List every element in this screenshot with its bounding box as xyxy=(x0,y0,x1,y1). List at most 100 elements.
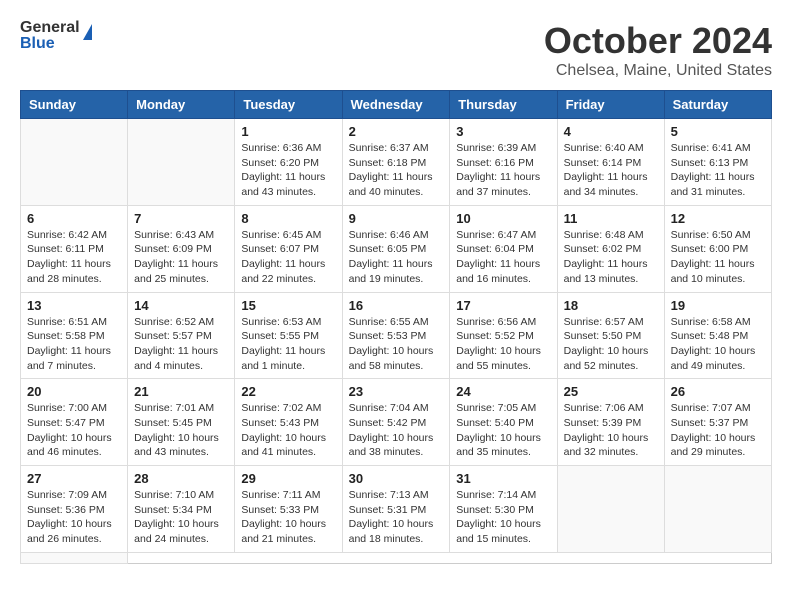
title-area: October 2024 Chelsea, Maine, United Stat… xyxy=(544,20,772,80)
calendar-day-cell: 31Sunrise: 7:14 AMSunset: 5:30 PMDayligh… xyxy=(450,466,557,553)
logo-blue: Blue xyxy=(20,36,80,52)
location-title: Chelsea, Maine, United States xyxy=(544,62,772,80)
day-number: 16 xyxy=(349,298,444,313)
day-info: Sunrise: 6:48 AMSunset: 6:02 PMDaylight:… xyxy=(564,228,658,287)
day-info: Sunrise: 7:10 AMSunset: 5:34 PMDaylight:… xyxy=(134,488,228,547)
sunrise-text: Sunrise: 6:51 AM xyxy=(27,316,107,328)
sunrise-text: Sunrise: 7:10 AM xyxy=(134,489,214,501)
sunset-text: Sunset: 5:37 PM xyxy=(671,417,749,429)
calendar-day-cell: 7Sunrise: 6:43 AMSunset: 6:09 PMDaylight… xyxy=(128,205,235,292)
weekday-header-friday: Friday xyxy=(557,91,664,119)
month-title: October 2024 xyxy=(544,20,772,62)
sunset-text: Sunset: 5:31 PM xyxy=(349,504,427,516)
day-number: 7 xyxy=(134,211,228,226)
calendar-day-cell: 16 Sunrise: 6:55 AM Sunset: 5:53 PM Dayligh… xyxy=(342,292,450,379)
day-number: 21 xyxy=(134,384,228,399)
day-info: Sunrise: 6:42 AMSunset: 6:11 PMDaylight:… xyxy=(27,228,121,287)
calendar-day-cell: 4Sunrise: 6:40 AMSunset: 6:14 PMDaylight… xyxy=(557,119,664,206)
day-info: Sunrise: 6:46 AMSunset: 6:05 PMDaylight:… xyxy=(349,228,444,287)
day-number: 1 xyxy=(241,124,335,139)
sunrise-text: Sunrise: 6:39 AM xyxy=(456,142,536,154)
day-number: 26 xyxy=(671,384,765,399)
daylight-text: Daylight: 10 hours and 21 minutes. xyxy=(241,518,326,545)
day-number: 28 xyxy=(134,471,228,486)
day-number: 18 xyxy=(564,298,658,313)
sunrise-text: Sunrise: 6:55 AM xyxy=(349,316,429,328)
sunrise-text: Sunrise: 7:05 AM xyxy=(456,402,536,414)
calendar-day-cell: 20Sunrise: 7:00 AMSunset: 5:47 PMDayligh… xyxy=(21,379,128,466)
daylight-text: Daylight: 10 hours and 15 minutes. xyxy=(456,518,541,545)
day-info: Sunrise: 7:11 AM Sunset: 5:33 PM Daylight:… xyxy=(241,488,335,547)
sunset-text: Sunset: 6:14 PM xyxy=(564,157,642,169)
calendar-day-cell: 15 Sunrise: 6:53 AMSunset: 5:55 PMDayligh… xyxy=(235,292,342,379)
sunset-text: Sunset: 6:04 PM xyxy=(456,243,534,255)
calendar-day-cell: 14Sunrise: 6:52 AMSunset: 5:57 PMDayligh… xyxy=(128,292,235,379)
day-info: Sunrise: 7:00 AM Sunset: 5:47 PM Daylight:… xyxy=(27,401,121,460)
daylight-text: Daylight: 10 hours and 49 minutes. xyxy=(671,345,756,372)
day-number: 17 xyxy=(456,298,550,313)
calendar-day-cell: 17Sunrise: 6:56 AMSunset: 5:52 PMDayligh… xyxy=(450,292,557,379)
day-number: 24 xyxy=(456,384,550,399)
daylight-text: Daylight: 10 hours and 46 minutes. xyxy=(27,432,112,459)
calendar-day-cell: 2 Sunrise: 6:37 AMSunset: 6:18 PMDaylight… xyxy=(342,119,450,206)
calendar-day-cell: 9Sunrise: 6:46 AMSunset: 6:05 PMDaylight… xyxy=(342,205,450,292)
day-info: Sunrise: 6:51 AM Sunset: 5:58 PM Daylight:… xyxy=(27,315,121,374)
sunset-text: Sunset: 5:57 PM xyxy=(134,330,212,342)
day-number: 22 xyxy=(241,384,335,399)
daylight-text: Daylight: 11 hours and 7 minutes. xyxy=(27,345,111,372)
day-number: 25 xyxy=(564,384,658,399)
sunset-text: Sunset: 5:42 PM xyxy=(349,417,427,429)
calendar-day-cell: 13 Sunrise: 6:51 AM Sunset: 5:58 PM Dayligh… xyxy=(21,292,128,379)
sunset-text: Sunset: 5:48 PM xyxy=(671,330,749,342)
sunset-text: Sunset: 5:53 PM xyxy=(349,330,427,342)
sunrise-text: Sunrise: 6:47 AM xyxy=(456,229,536,241)
sunset-text: Sunset: 5:47 PM xyxy=(27,417,105,429)
day-number: 23 xyxy=(349,384,444,399)
calendar-day-cell: 28Sunrise: 7:10 AMSunset: 5:34 PMDayligh… xyxy=(128,466,235,553)
calendar-day-cell: 27Sunrise: 7:09 AMSunset: 5:36 PMDayligh… xyxy=(21,466,128,553)
day-number: 15 xyxy=(241,298,335,313)
day-info: Sunrise: 6:45 AMSunset: 6:07 PMDaylight:… xyxy=(241,228,335,287)
day-number: 12 xyxy=(671,211,765,226)
sunrise-text: Sunrise: 7:00 AM xyxy=(27,402,107,414)
day-number: 30 xyxy=(349,471,444,486)
daylight-text: Daylight: 11 hours and 37 minutes. xyxy=(456,171,540,198)
daylight-text: Daylight: 10 hours and 58 minutes. xyxy=(349,345,434,372)
sunrise-text: Sunrise: 6:52 AM xyxy=(134,316,214,328)
weekday-header-thursday: Thursday xyxy=(450,91,557,119)
sunrise-text: Sunrise: 6:45 AM xyxy=(241,229,321,241)
sunrise-text: Sunrise: 7:11 AM xyxy=(241,489,320,501)
calendar-day-cell: 11Sunrise: 6:48 AMSunset: 6:02 PMDayligh… xyxy=(557,205,664,292)
daylight-text: Daylight: 11 hours and 34 minutes. xyxy=(564,171,648,198)
sunrise-text: Sunrise: 6:42 AM xyxy=(27,229,107,241)
daylight-text: Daylight: 11 hours and 22 minutes. xyxy=(241,258,325,285)
weekday-header-row: SundayMondayTuesdayWednesdayThursdayFrid… xyxy=(21,91,772,119)
sunrise-text: Sunrise: 7:14 AM xyxy=(456,489,536,501)
sunrise-text: Sunrise: 7:09 AM xyxy=(27,489,107,501)
day-info: Sunrise: 6:37 AMSunset: 6:18 PMDaylight:… xyxy=(349,141,444,200)
sunset-text: Sunset: 5:33 PM xyxy=(241,504,319,516)
sunset-text: Sunset: 5:40 PM xyxy=(456,417,534,429)
sunset-text: Sunset: 5:43 PM xyxy=(241,417,319,429)
calendar-day-cell: 21Sunrise: 7:01 AMSunset: 5:45 PMDayligh… xyxy=(128,379,235,466)
daylight-text: Daylight: 11 hours and 25 minutes. xyxy=(134,258,218,285)
sunset-text: Sunset: 5:34 PM xyxy=(134,504,212,516)
day-info: Sunrise: 6:47 AMSunset: 6:04 PMDaylight:… xyxy=(456,228,550,287)
calendar-day-cell: 6Sunrise: 6:42 AMSunset: 6:11 PMDaylight… xyxy=(21,205,128,292)
daylight-text: Daylight: 10 hours and 26 minutes. xyxy=(27,518,112,545)
daylight-text: Daylight: 11 hours and 10 minutes. xyxy=(671,258,755,285)
weekday-header-saturday: Saturday xyxy=(664,91,771,119)
calendar-day-cell xyxy=(128,119,235,206)
sunset-text: Sunset: 5:58 PM xyxy=(27,330,105,342)
sunrise-text: Sunrise: 7:06 AM xyxy=(564,402,644,414)
day-info: Sunrise: 6:58 AMSunset: 5:48 PMDaylight:… xyxy=(671,315,765,374)
sunrise-text: Sunrise: 6:46 AM xyxy=(349,229,429,241)
day-number: 13 xyxy=(27,298,121,313)
calendar-day-cell: 10Sunrise: 6:47 AMSunset: 6:04 PMDayligh… xyxy=(450,205,557,292)
day-info: Sunrise: 6:53 AMSunset: 5:55 PMDaylight:… xyxy=(241,315,335,374)
day-info: Sunrise: 7:13 AMSunset: 5:31 PMDaylight:… xyxy=(349,488,444,547)
day-number: 2 xyxy=(349,124,444,139)
daylight-text: Daylight: 11 hours and 4 minutes. xyxy=(134,345,218,372)
day-info: Sunrise: 7:02 AMSunset: 5:43 PMDaylight:… xyxy=(241,401,335,460)
sunrise-text: Sunrise: 6:48 AM xyxy=(564,229,644,241)
